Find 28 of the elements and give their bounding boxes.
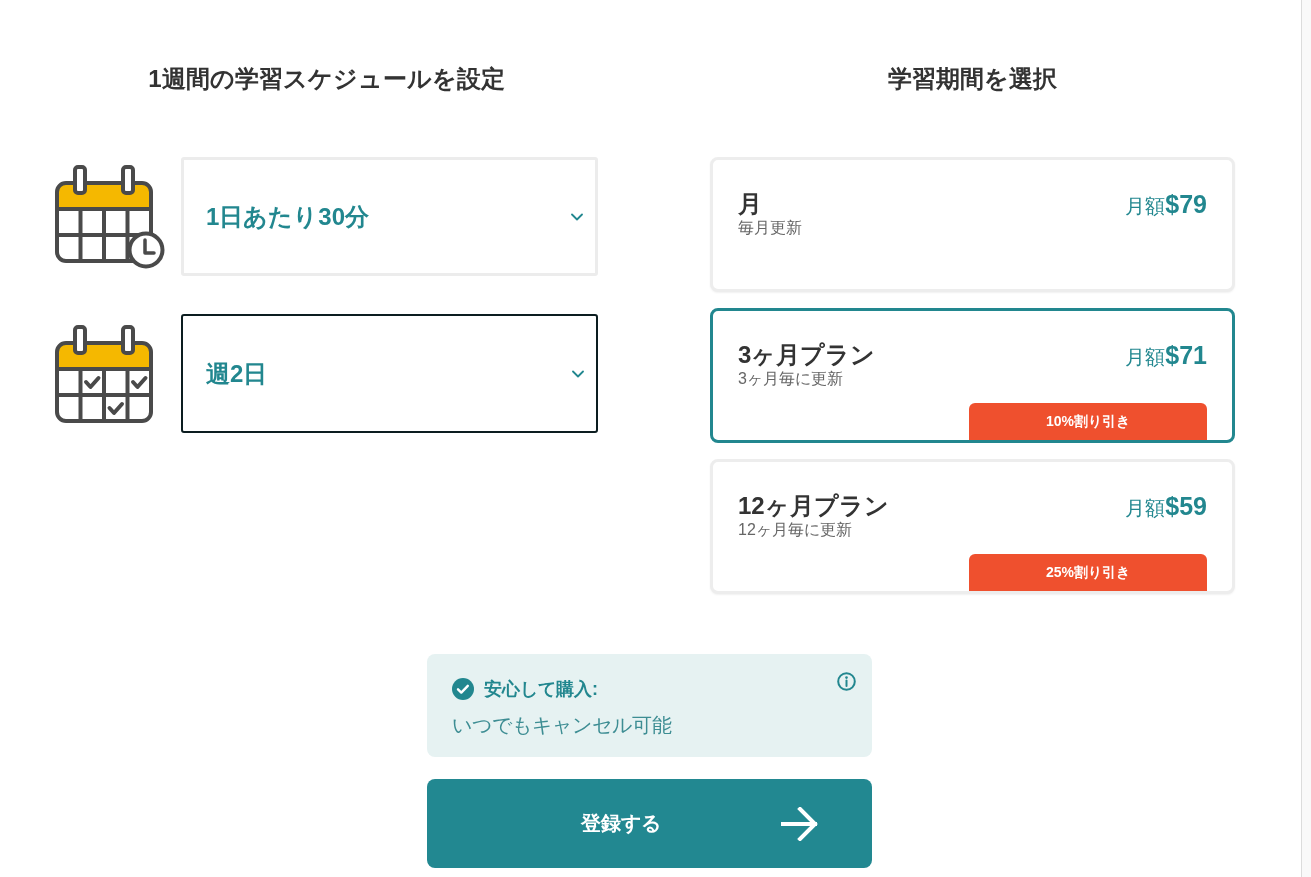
chevron-down-icon (572, 369, 584, 378)
calendar-clock-icon (55, 164, 165, 269)
calendar-check-icon (55, 324, 153, 423)
info-icon[interactable] (837, 672, 856, 691)
plan-card[interactable]: 月 毎月更新 月額$79 (710, 157, 1235, 292)
plan-name: 3ヶ月プラン (738, 341, 876, 369)
chevron-down-icon (571, 212, 583, 221)
check-circle-icon (452, 678, 474, 700)
plan-card[interactable]: 12ヶ月プラン 12ヶ月毎に更新 月額$59 25%割り引き (710, 459, 1235, 594)
monthly-price: 月額$71 (1125, 341, 1207, 371)
section-title: 1週間の学習スケジュールを設定 (147, 64, 506, 94)
renewal-text: 毎月更新 (738, 218, 802, 238)
guarantee-title: 安心して購入: (484, 678, 598, 701)
section-title: 学習期間を選択 (887, 64, 1058, 94)
monthly-price: 月額$59 (1125, 492, 1207, 522)
plan-name: 月 (738, 190, 763, 218)
plan-card[interactable]: 3ヶ月プラン 3ヶ月毎に更新 月額$71 10%割り引き (710, 308, 1235, 443)
dropdown[interactable]: 週2日 (181, 314, 598, 433)
dropdown[interactable]: 1日あたり30分 (181, 157, 598, 276)
discount-badge: 25%割り引き (969, 554, 1207, 591)
guarantee-text: いつでもキャンセル可能 (452, 713, 673, 737)
arrow-right-icon (781, 806, 818, 841)
plan-name: 12ヶ月プラン (738, 492, 889, 520)
register-button[interactable]: 登録する (427, 779, 872, 868)
renewal-text: 12ヶ月毎に更新 (738, 520, 853, 540)
monthly-price: 月額$79 (1125, 190, 1207, 220)
discount-badge: 10%割り引き (969, 403, 1207, 440)
renewal-text: 3ヶ月毎に更新 (738, 369, 844, 389)
